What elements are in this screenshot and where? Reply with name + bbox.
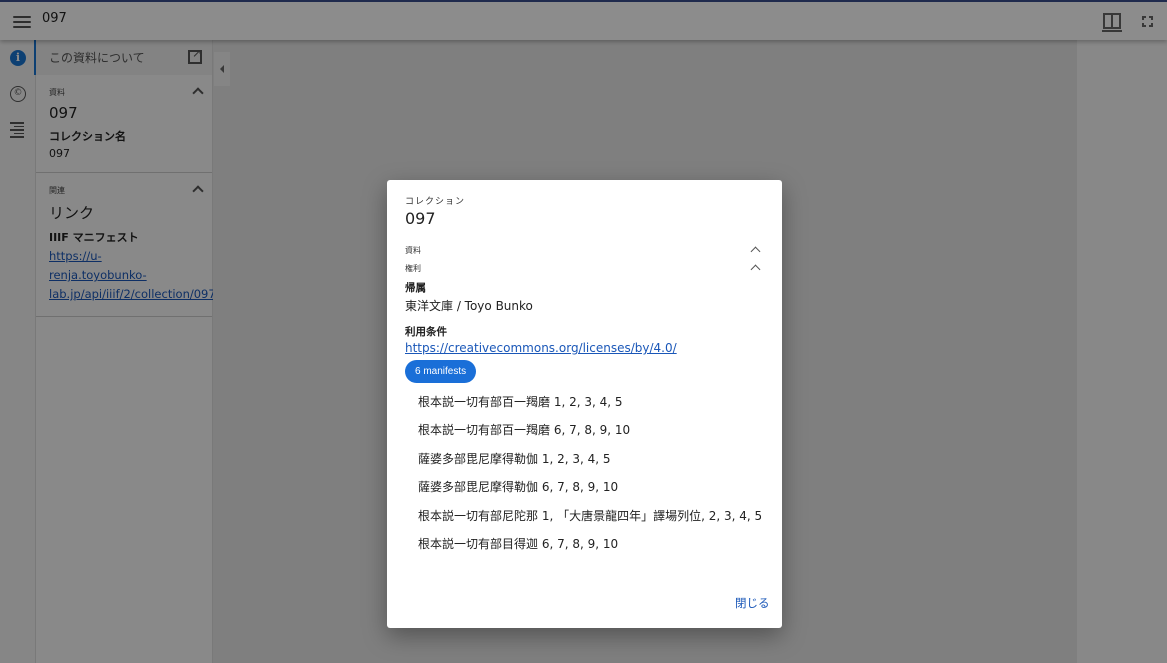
dialog-heading: 097 <box>405 209 436 228</box>
attribution-label: 帰属 <box>405 282 426 294</box>
manifest-item[interactable]: 薩婆多部毘尼摩得勒伽 6, 7, 8, 9, 10 <box>418 478 773 506</box>
license-label: 利用条件 <box>405 326 447 338</box>
manifest-item[interactable]: 薩婆多部毘尼摩得勒伽 1, 2, 3, 4, 5 <box>418 450 773 478</box>
manifest-item[interactable]: 根本説一切有部尼陀那 1, 「大唐景龍四年」譯場列位, 2, 3, 4, 5 <box>418 507 773 535</box>
manifest-item[interactable]: 根本説一切有部目得迦 6, 7, 8, 9, 10 <box>418 535 773 563</box>
chevron-up-icon[interactable] <box>750 246 761 257</box>
license-link[interactable]: https://creativecommons.org/licenses/by/… <box>405 341 677 355</box>
manifest-item[interactable]: 根本説一切有部百一羯磨 6, 7, 8, 9, 10 <box>418 421 773 449</box>
manifests-count-chip[interactable]: 6 manifests <box>405 360 477 383</box>
rights-section-label: 権利 <box>405 264 421 273</box>
manifest-item[interactable]: 根本説一切有部百一羯磨 1, 2, 3, 4, 5 <box>418 393 773 421</box>
collection-dialog: コレクション 097 資料 権利 帰属 東洋文庫 / Toyo Bunko 利用… <box>387 180 782 628</box>
attribution-value: 東洋文庫 / Toyo Bunko <box>405 299 533 313</box>
chevron-up-icon[interactable] <box>750 264 761 275</box>
manifest-list: 根本説一切有部百一羯磨 1, 2, 3, 4, 5 根本説一切有部百一羯磨 6, … <box>418 393 773 563</box>
close-button[interactable]: 閉じる <box>735 595 770 611</box>
dialog-kicker: コレクション <box>405 197 466 207</box>
resource-section-label: 資料 <box>405 246 421 255</box>
